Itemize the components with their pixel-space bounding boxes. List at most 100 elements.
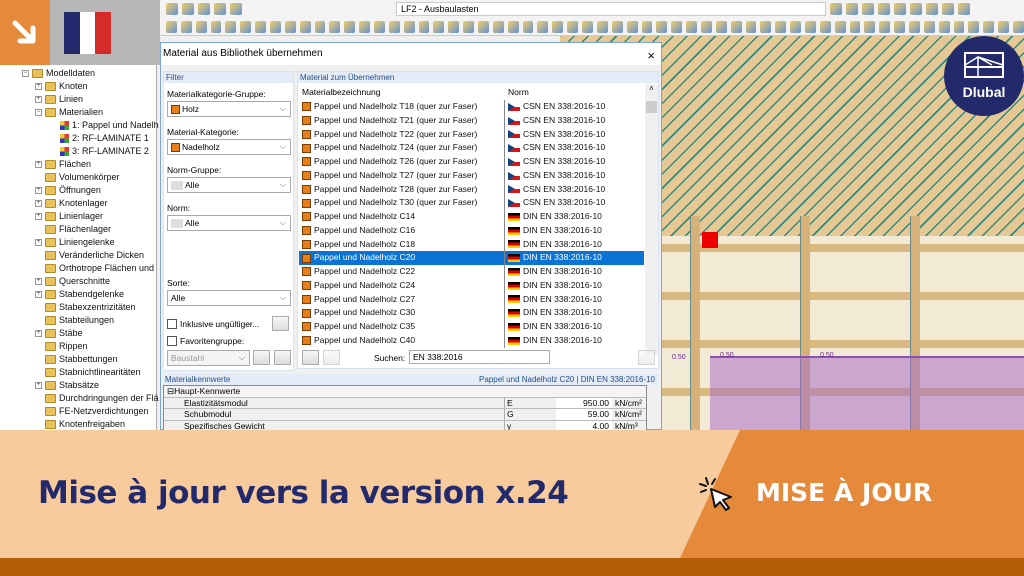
norm-group-select[interactable]: Alle ⌵ — [167, 177, 291, 193]
toolbar-icon[interactable] — [166, 3, 178, 15]
toolbar-icon[interactable] — [846, 3, 858, 15]
favorite-group-select[interactable]: Baustahl ⌵ — [167, 350, 250, 366]
toolbar-icon[interactable] — [745, 21, 757, 33]
toolbar-icon[interactable] — [255, 21, 267, 33]
vertical-scrollbar[interactable]: ˄ — [645, 84, 658, 355]
table-row[interactable]: Pappel und Nadelholz T27 (quer zur Faser… — [299, 168, 644, 183]
toolbar-icon[interactable] — [804, 21, 816, 33]
toolbar-icon[interactable] — [359, 21, 371, 33]
table-row[interactable]: Pappel und Nadelholz C16 DIN EN 338:2016-… — [299, 223, 644, 238]
include-invalid-checkbox[interactable]: Inklusive ungültiger... — [167, 319, 259, 329]
toolbar-icon[interactable] — [998, 21, 1009, 33]
tree-item[interactable]: 1: Pappel und Nadelh — [60, 119, 159, 132]
group-row[interactable]: ⊟ Haupt-Kennwerte — [164, 386, 646, 398]
toolbar-icon[interactable] — [582, 21, 593, 33]
tree-item[interactable]: Rippen — [35, 340, 88, 353]
toolbar-icon[interactable] — [198, 3, 210, 15]
toolbar-icon[interactable] — [182, 3, 194, 15]
table-row[interactable]: Pappel und Nadelholz C30 DIN EN 338:2016-… — [299, 306, 644, 320]
toolbar-icon[interactable] — [463, 21, 475, 33]
expand-icon[interactable]: + — [35, 200, 42, 207]
table-row[interactable]: Pappel und Nadelholz C20 DIN EN 338:2016-… — [299, 251, 644, 265]
property-value[interactable]: 950.00 — [556, 397, 612, 408]
table-row[interactable]: Pappel und Nadelholz T24 (quer zur Faser… — [299, 141, 644, 155]
toolbar-icon[interactable] — [641, 21, 653, 33]
toolbar-icon[interactable] — [700, 21, 712, 33]
expand-icon[interactable]: + — [35, 213, 42, 220]
tree-item[interactable]: Flächenlager — [35, 223, 111, 236]
toolbar-icon[interactable] — [507, 21, 519, 33]
toolbar-icon[interactable] — [552, 21, 564, 33]
toolbar-icon[interactable] — [834, 21, 846, 33]
expand-icon[interactable]: + — [35, 187, 42, 194]
favorite-group-checkbox[interactable]: Favoritengruppe: — [167, 336, 244, 346]
tree-item[interactable]: FE-Netzverdichtungen — [35, 405, 149, 418]
tree-item[interactable]: − Materialien — [35, 106, 103, 119]
toolbar-icon[interactable] — [1012, 21, 1024, 33]
toolbar-icon[interactable] — [760, 21, 772, 33]
toolbar-icon[interactable] — [938, 21, 950, 33]
table-row[interactable]: Pappel und Nadelholz C22 DIN EN 338:2016-… — [299, 265, 644, 279]
toolbar-icon[interactable] — [448, 21, 460, 33]
tree-item[interactable]: + Flächen — [35, 158, 91, 171]
toolbar-icon[interactable] — [166, 21, 177, 33]
toolbar-icon[interactable] — [214, 3, 226, 15]
edit-button[interactable] — [272, 316, 289, 331]
table-row[interactable]: Pappel und Nadelholz T18 (quer zur Faser… — [299, 100, 644, 114]
toolbar-icon[interactable] — [433, 21, 445, 33]
table-row[interactable]: Pappel und Nadelholz C24 DIN EN 338:2016-… — [299, 278, 644, 293]
toolbar-icon[interactable] — [374, 21, 385, 33]
tree-item[interactable]: + Stabendgelenke — [35, 288, 124, 301]
material-table[interactable]: Materialbezeichnung Norm Pappel und Nadel… — [299, 84, 644, 355]
toolbar-icon[interactable] — [894, 21, 905, 33]
toolbar-icon[interactable] — [284, 21, 296, 33]
new-material-button[interactable] — [302, 350, 319, 365]
column-header-norm[interactable]: Norm — [505, 84, 644, 100]
table-row[interactable]: Pappel und Nadelholz T21 (quer zur Faser… — [299, 113, 644, 128]
property-row[interactable]: Elastizitätsmodul E 950.00 kN/cm² — [164, 397, 646, 409]
toolbar-icon[interactable] — [894, 3, 906, 15]
tree-item[interactable]: Stabexzentrizitäten — [35, 301, 136, 314]
tree-item[interactable]: Stabteilungen — [35, 314, 114, 327]
tree-item[interactable]: Stabnichtlinearitäten — [35, 366, 141, 379]
toolbar-icon[interactable] — [314, 21, 326, 33]
scroll-thumb[interactable] — [646, 101, 657, 113]
tree-item[interactable]: Volumenkörper — [35, 171, 120, 184]
search-input[interactable]: EN 338:2016 — [409, 350, 550, 364]
tree-item[interactable]: 2: RF-LAMINATE 1 — [60, 132, 149, 145]
toolbar-icon[interactable] — [611, 21, 623, 33]
toolbar-icon[interactable] — [180, 21, 192, 33]
toolbar-icon[interactable] — [862, 3, 874, 15]
toolbar-icon[interactable] — [983, 21, 995, 33]
toolbar-icon[interactable] — [926, 3, 938, 15]
expand-icon[interactable]: + — [35, 382, 42, 389]
expand-icon[interactable]: + — [35, 96, 42, 103]
expand-icon[interactable]: + — [35, 278, 42, 285]
tree-root[interactable]: − Modelldaten — [22, 67, 95, 80]
tree-item[interactable]: + Öffnungen — [35, 184, 101, 197]
toolbar-icon[interactable] — [923, 21, 935, 33]
edit-material-button[interactable] — [323, 350, 340, 365]
toolbar-icon[interactable] — [819, 21, 831, 33]
toolbar-icon[interactable] — [686, 21, 697, 33]
tree-item[interactable]: + Linienlager — [35, 210, 103, 223]
toolbar-icon[interactable] — [878, 3, 890, 15]
toolbar-icon[interactable] — [567, 21, 579, 33]
toolbar-icon[interactable] — [225, 21, 237, 33]
edit-favorite-button[interactable] — [274, 350, 291, 365]
expand-icon[interactable]: + — [35, 291, 42, 298]
table-row[interactable]: Pappel und Nadelholz T30 (quer zur Faser… — [299, 196, 644, 210]
toolbar-icon[interactable] — [879, 21, 891, 33]
table-row[interactable]: Pappel und Nadelholz C18 DIN EN 338:2016-… — [299, 237, 644, 252]
close-button[interactable]: × — [647, 45, 655, 67]
toolbar-icon[interactable] — [715, 21, 727, 33]
toolbar-icon[interactable] — [403, 21, 415, 33]
sort-select[interactable]: Alle ⌵ — [167, 290, 291, 306]
toolbar-icon[interactable] — [790, 21, 801, 33]
toolbar-icon[interactable] — [299, 21, 311, 33]
category-group-select[interactable]: Holz ⌵ — [167, 101, 291, 117]
tree-item[interactable]: + Stäbe — [35, 327, 83, 340]
toolbar-icon[interactable] — [671, 21, 683, 33]
toolbar-icon[interactable] — [864, 21, 876, 33]
clear-search-button[interactable] — [638, 350, 655, 365]
